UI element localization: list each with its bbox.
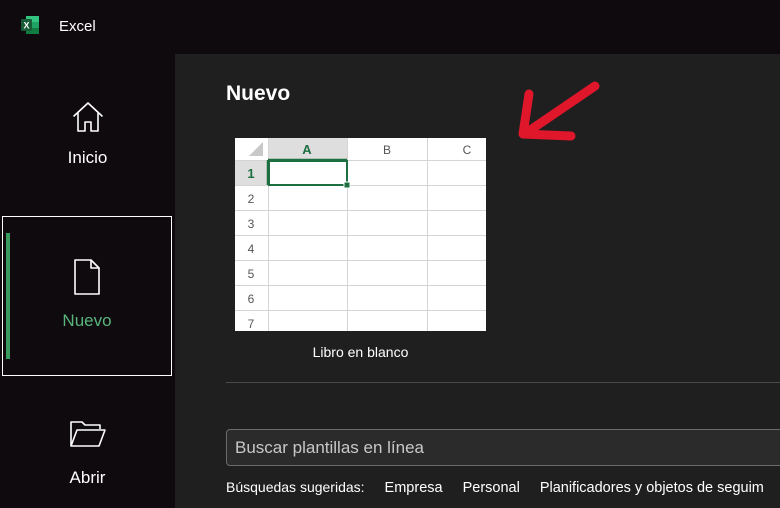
row-header-3: 3: [248, 217, 255, 231]
suggested-link-personal[interactable]: Personal: [463, 480, 520, 496]
template-search-input[interactable]: [227, 430, 780, 465]
main-panel: Nuevo A B C 1 2 3 4 5 6 7 Libro en blanc…: [175, 54, 780, 508]
suggested-link-planificadores[interactable]: Planificadores y objetos de seguim: [540, 480, 764, 496]
home-icon: [72, 102, 103, 132]
sidebar-item-label: Abrir: [69, 468, 106, 487]
sidebar-item-label: Nuevo: [62, 311, 112, 330]
excel-logo-icon: X: [21, 16, 39, 34]
app-title: Excel: [59, 18, 96, 35]
page-title: Nuevo: [226, 82, 291, 105]
selected-indicator: [6, 233, 10, 359]
sidebar: Inicio Nuevo Abrir: [0, 54, 175, 508]
sidebar-item-abrir[interactable]: Abrir: [0, 418, 175, 508]
column-header-a: A: [302, 142, 312, 157]
template-search-box[interactable]: [226, 429, 780, 466]
row-header-5: 5: [248, 267, 255, 281]
column-header-c: C: [463, 143, 472, 157]
row-header-4: 4: [248, 242, 255, 256]
suggested-searches: Búsquedas sugeridas: Empresa Personal Plani…: [226, 479, 780, 496]
row-header-1: 1: [247, 166, 254, 181]
blank-workbook-thumbnail: A B C 1 2 3 4 5 6 7: [235, 138, 486, 331]
blank-workbook-template[interactable]: A B C 1 2 3 4 5 6 7 Libro en blanco: [235, 138, 486, 360]
divider: [226, 382, 780, 383]
new-document-icon: [74, 259, 100, 295]
sidebar-item-nuevo[interactable]: Nuevo: [2, 216, 172, 376]
spreadsheet-grid-graphic: A B C 1 2 3 4 5 6 7: [235, 138, 486, 331]
row-header-6: 6: [248, 292, 255, 306]
title-bar: X Excel: [0, 0, 780, 54]
folder-open-icon: [69, 421, 106, 447]
sidebar-item-inicio[interactable]: Inicio: [0, 98, 175, 178]
svg-text:X: X: [23, 21, 29, 31]
suggested-searches-label: Búsquedas sugeridas:: [226, 479, 365, 495]
red-arrow-annotation: [518, 81, 600, 141]
row-header-7: 7: [248, 317, 255, 331]
template-label: Libro en blanco: [312, 344, 409, 360]
column-header-b: B: [383, 143, 391, 157]
row-header-2: 2: [248, 192, 255, 206]
suggested-link-empresa[interactable]: Empresa: [385, 480, 443, 496]
sidebar-item-label: Inicio: [67, 148, 108, 167]
